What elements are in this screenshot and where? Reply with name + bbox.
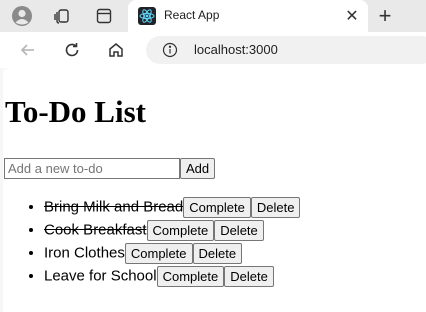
close-tab-icon[interactable]: ✕ <box>342 6 362 26</box>
complete-button[interactable]: Complete <box>146 219 215 241</box>
tab-actions-icon[interactable] <box>90 4 118 28</box>
todo-item: Iron ClothesCompleteDelete <box>44 241 300 264</box>
reload-icon[interactable] <box>60 38 84 62</box>
active-tab[interactable]: React App ✕ <box>128 0 368 32</box>
new-todo-input[interactable] <box>4 158 180 179</box>
todo-item: Leave for SchoolCompleteDelete <box>44 264 300 287</box>
back-arrow-icon[interactable] <box>16 38 40 62</box>
profile-icon[interactable] <box>8 4 36 28</box>
todo-item: Cook BreakfastCompleteDelete <box>44 218 300 241</box>
url-text: localhost:3000 <box>194 42 278 57</box>
delete-button[interactable]: Delete <box>250 196 301 218</box>
complete-button[interactable]: Complete <box>156 265 225 287</box>
home-icon[interactable] <box>104 38 128 62</box>
tab-strip: React App ✕ + <box>0 0 426 32</box>
tab-title: React App <box>164 8 220 22</box>
address-bar[interactable]: localhost:3000 <box>146 36 426 64</box>
workspaces-icon[interactable] <box>48 4 76 28</box>
browser-toolbar: localhost:3000 <box>0 32 426 68</box>
react-favicon-icon <box>138 7 156 30</box>
todo-list: Bring Milk and BreadCompleteDelete Cook … <box>3 195 301 287</box>
page-viewport: To-Do List Add Bring Milk and BreadCompl… <box>3 68 426 312</box>
add-button[interactable]: Add <box>180 158 216 179</box>
complete-button[interactable]: Complete <box>124 242 193 264</box>
delete-button[interactable]: Delete <box>224 265 274 287</box>
todo-text: Cook Breakfast <box>44 221 147 239</box>
delete-button[interactable]: Delete <box>192 242 243 264</box>
todo-item: Bring Milk and BreadCompleteDelete <box>44 195 301 218</box>
todo-text: Leave for School <box>44 267 157 285</box>
page-title: To-Do List <box>5 94 146 129</box>
site-info-icon[interactable] <box>162 42 178 63</box>
todo-text: Bring Milk and Bread <box>44 198 184 216</box>
add-todo-form: Add <box>4 158 216 179</box>
new-tab-button[interactable]: + <box>372 3 398 28</box>
delete-button[interactable]: Delete <box>214 219 264 241</box>
complete-button[interactable]: Complete <box>183 196 251 218</box>
todo-text: Iron Clothes <box>44 244 125 262</box>
